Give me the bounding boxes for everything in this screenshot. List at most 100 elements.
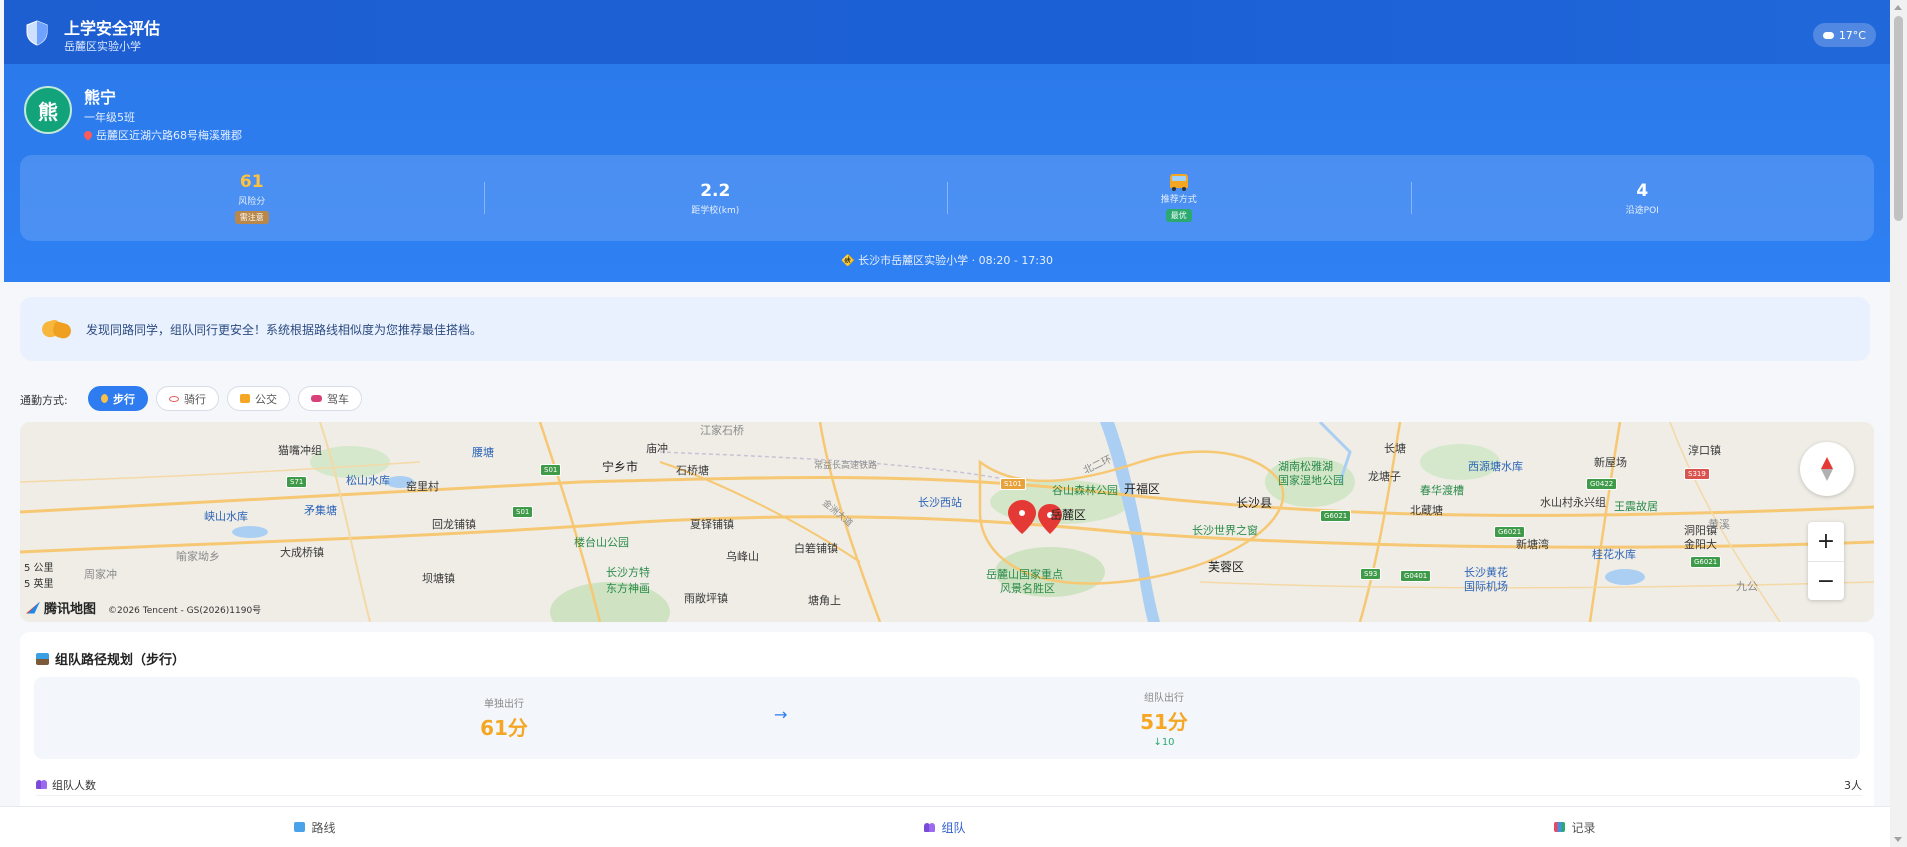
- stat-distance[interactable]: 2.2 距学校(km): [483, 155, 948, 241]
- team-size-value: 3人: [1844, 778, 1862, 792]
- team-score: 组队出行 51分 ↓10: [1084, 677, 1244, 759]
- scroll-up-icon[interactable]: [1894, 5, 1902, 10]
- map-label: 长塘: [1384, 442, 1406, 455]
- map-label: 宁乡市: [602, 460, 639, 474]
- student-name: 熊宁: [84, 88, 117, 107]
- scroll-down-icon[interactable]: [1894, 837, 1902, 842]
- map-label: 谷山森林公园: [1052, 484, 1118, 497]
- bus-icon: [1169, 174, 1188, 191]
- scale-mi: 5 英里: [24, 579, 54, 590]
- map-label: 桂花水库: [1592, 548, 1636, 561]
- map-label: 白箬铺镇: [794, 542, 838, 555]
- mode-bike-label: 骑行: [184, 392, 206, 406]
- top-bar: 上学安全评估 岳麓区实验小学 17°C: [4, 0, 1890, 64]
- school-subtitle: 岳麓区实验小学: [64, 40, 141, 53]
- arrow-right-icon: →: [774, 705, 788, 724]
- map-label: 国际机场: [1464, 580, 1508, 593]
- road-shield: G0422: [1586, 478, 1618, 490]
- nav-record[interactable]: 记录: [1260, 807, 1890, 847]
- nav-team-label: 组队: [941, 820, 966, 835]
- map-label: 矛集塘: [304, 504, 337, 517]
- map-label: 猫嘴冲组: [278, 444, 322, 457]
- road-shield: G6021: [1320, 510, 1352, 522]
- map-label: 新塘湾: [1516, 538, 1549, 551]
- map-copyright: ©2026 Tencent - GS(2026)1190号: [108, 606, 262, 616]
- stat-recommend[interactable]: 推荐方式 最优: [947, 155, 1411, 241]
- map-label: 江家石桥: [700, 424, 744, 437]
- app-root: 上学安全评估 岳麓区实验小学 17°C 熊 熊宁 一年级5班 岳麓区近湖六路68…: [0, 0, 1890, 847]
- road-shield: G0401: [1400, 570, 1432, 582]
- mode-car-label: 驾车: [327, 392, 349, 406]
- risk-score: 61: [239, 172, 264, 192]
- map-label: 淳口镇: [1688, 444, 1721, 457]
- map-label: 腰塘: [472, 446, 494, 459]
- map-icon: [294, 822, 306, 832]
- car-icon: [311, 395, 322, 402]
- map-label: 坝塘镇: [422, 572, 455, 585]
- avatar[interactable]: 熊: [24, 86, 72, 134]
- map-label: 峡山水库: [204, 510, 248, 523]
- map-label: 黄溪: [1708, 518, 1730, 531]
- notice-text: 发现同路同学，组队同行更安全！系统根据路线相似度为您推荐最佳搭档。: [86, 322, 483, 337]
- mode-walk-label: 步行: [113, 392, 135, 406]
- distance-label: 距学校(km): [691, 205, 740, 216]
- map-label: 北蔵塘: [1410, 504, 1443, 517]
- map-label: 国家湿地公园: [1278, 474, 1344, 487]
- stat-risk[interactable]: 61 风险分 需注意: [20, 155, 484, 241]
- map-label: 周家冲: [84, 568, 117, 581]
- map-label: 风景名胜区: [1000, 582, 1055, 595]
- weather-temp: 17°C: [1838, 28, 1866, 42]
- page-scrollbar[interactable]: [1890, 0, 1907, 847]
- map-logo: 腾讯地图: [26, 598, 96, 617]
- map-label: 九公: [1736, 580, 1758, 593]
- team-label: 组队出行: [1144, 692, 1184, 704]
- mode-car-button[interactable]: 驾车: [298, 386, 362, 411]
- team-size-left: 组队人数: [36, 777, 96, 793]
- map-label: 窑里村: [406, 480, 439, 493]
- weather-badge[interactable]: 17°C: [1812, 23, 1876, 47]
- distance-value: 2.2: [700, 180, 731, 201]
- card-title: 组队路径规划（步行）: [36, 649, 185, 668]
- poi-label: 沿途POI: [1625, 205, 1659, 216]
- recommend-label: 推荐方式: [1160, 195, 1197, 205]
- poi-value: 4: [1636, 180, 1649, 201]
- student-address: 岳麓区近湖六路68号梅溪雅郡: [82, 127, 242, 143]
- student-class: 一年级5班: [84, 111, 135, 124]
- map-label: 金阳大: [1684, 538, 1717, 551]
- map-label: 塘角上: [808, 594, 841, 607]
- map-label: 长沙方特: [606, 566, 650, 579]
- card-title-text: 组队路径规划（步行）: [55, 653, 186, 668]
- zoom-in-button[interactable]: +: [1808, 522, 1844, 561]
- bike-icon: [169, 395, 179, 402]
- map-label: 石桥塘: [676, 464, 709, 477]
- scroll-thumb[interactable]: [1894, 16, 1903, 221]
- compass-icon[interactable]: [1800, 442, 1854, 496]
- map-label: 大成桥镇: [280, 546, 324, 559]
- school-schedule: 🚸 长沙市岳麓区实验小学 · 08:20 - 17:30: [840, 254, 1054, 267]
- handshake-icon: [42, 317, 72, 341]
- solo-label: 单独出行: [484, 699, 524, 710]
- mode-walk-button[interactable]: 步行: [88, 386, 148, 411]
- road-shield: S01: [540, 464, 562, 476]
- road-shield: S71: [286, 476, 308, 488]
- mode-bus-button[interactable]: 公交: [227, 386, 290, 411]
- route-map[interactable]: 猫嘴冲组 松山水库 窑里村 腰塘 宁乡市 庙冲 石桥塘 江家石桥 峡山水库 矛集…: [20, 422, 1874, 622]
- road-shield: G6021: [1690, 556, 1722, 568]
- stats-panel: 61 风险分 需注意 2.2 距学校(km) 推荐方式 最优 4 沿途POI: [20, 155, 1874, 241]
- risk-label: 风险分: [238, 197, 266, 207]
- zoom-out-button[interactable]: −: [1808, 561, 1844, 600]
- team-delta: ↓10: [1153, 736, 1175, 748]
- map-label: 芙蓉区: [1208, 560, 1245, 574]
- team-size-row[interactable]: 组队人数 3人: [36, 774, 1862, 796]
- map-label: 庙冲: [646, 442, 668, 455]
- nav-team[interactable]: 组队: [630, 807, 1260, 847]
- map-label: 岳麓区: [1050, 508, 1087, 522]
- nav-route[interactable]: 路线: [0, 807, 630, 847]
- team-value: 51分: [1140, 709, 1188, 734]
- map-label: 喻家坳乡: [176, 550, 220, 563]
- stat-poi[interactable]: 4 沿途POI: [1410, 155, 1875, 241]
- mode-bike-button[interactable]: 骑行: [156, 386, 219, 411]
- team-notice-banner[interactable]: 发现同路同学，组队同行更安全！系统根据路线相似度为您推荐最佳搭档。: [20, 297, 1870, 361]
- score-compare: 单独出行 61分 → 组队出行 51分 ↓10: [34, 677, 1860, 759]
- map-label: 长沙县: [1236, 496, 1273, 510]
